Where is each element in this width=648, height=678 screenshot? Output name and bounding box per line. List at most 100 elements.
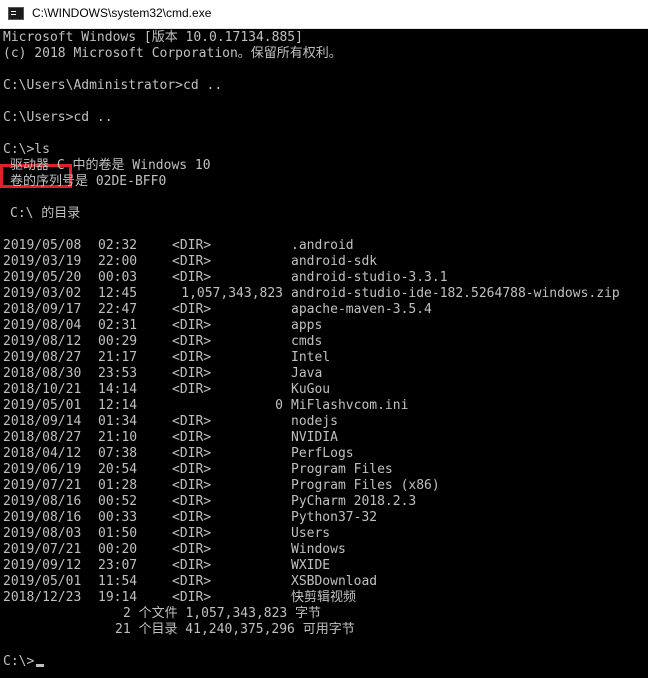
entry-date: 2019/08/04 [3, 318, 82, 333]
entry-name: Python37-32 [291, 510, 378, 525]
entry-type: <DIR> [172, 270, 212, 285]
entry-type: <DIR> [172, 526, 212, 541]
entry-name: nodejs [291, 414, 338, 429]
entry-name: PyCharm 2018.2.3 [291, 494, 417, 509]
entry-name: Windows [291, 542, 346, 557]
version-line: Microsoft Windows [版本 10.0.17134.885] [3, 30, 303, 45]
entry-time: 00:33 [98, 510, 138, 525]
entry-date: 2019/05/08 [3, 238, 82, 253]
entry-date: 2019/03/19 [3, 254, 82, 269]
entry-time: 21:10 [98, 430, 138, 445]
entry-time: 01:34 [98, 414, 138, 429]
entry-time: 23:07 [98, 558, 138, 573]
entry-name: PerfLogs [291, 446, 354, 461]
window-title: C:\WINDOWS\system32\cmd.exe [32, 6, 212, 20]
entry-time: 20:54 [98, 462, 138, 477]
entry-time: 14:14 [98, 382, 138, 397]
entry-time: 01:28 [98, 478, 138, 493]
entry-name: android-sdk [291, 254, 378, 269]
summary-dirs: 21 个目录 41,240,375,296 可用字节 [115, 622, 355, 637]
entry-type: <DIR> [172, 494, 212, 509]
cmd-icon [8, 7, 24, 20]
entry-name: apps [291, 318, 323, 333]
entry-time: 22:47 [98, 302, 138, 317]
entry-type: <DIR> [172, 430, 212, 445]
entry-type: <DIR> [172, 302, 212, 317]
entry-time: 07:38 [98, 446, 138, 461]
entry-date: 2019/06/19 [3, 462, 82, 477]
entry-name: android-studio-3.3.1 [291, 270, 448, 285]
entry-name: android-studio-ide-182.5264788-windows.z… [291, 286, 620, 301]
entry-date: 2019/08/27 [3, 350, 82, 365]
entry-time: 02:32 [98, 238, 138, 253]
summary-files: 2 个文件 1,057,343,823 字节 [123, 606, 322, 621]
entry-date: 2019/07/21 [3, 478, 82, 493]
entry-type: <DIR> [172, 254, 212, 269]
entry-time: 22:00 [98, 254, 138, 269]
entry-date: 2019/09/12 [3, 558, 82, 573]
entry-type: <DIR> [172, 478, 212, 493]
entry-time: 19:14 [98, 590, 138, 605]
entry-type: <DIR> [172, 462, 212, 477]
entry-name: Java [291, 366, 323, 381]
entry-type: <DIR> [172, 334, 212, 349]
entry-name: Intel [291, 350, 331, 365]
entry-time: 00:29 [98, 334, 138, 349]
entry-name: apache-maven-3.5.4 [291, 302, 432, 317]
entry-name: XSBDownload [291, 574, 378, 589]
entry-date: 2019/08/12 [3, 334, 82, 349]
entry-date: 2019/05/01 [3, 398, 82, 413]
entry-date: 2018/08/27 [3, 430, 82, 445]
entry-date: 2018/08/30 [3, 366, 82, 381]
entry-type: <DIR> [172, 414, 212, 429]
entry-time: 12:14 [98, 398, 138, 413]
prompt-line: C:\> [3, 654, 35, 669]
entry-date: 2019/05/20 [3, 270, 82, 285]
entry-time: 02:31 [98, 318, 138, 333]
entry-type: <DIR> [172, 558, 212, 573]
entry-time: 12:45 [98, 286, 138, 301]
entry-date: 2019/08/16 [3, 510, 82, 525]
entry-type: <DIR> [172, 382, 212, 397]
entry-time: 00:20 [98, 542, 138, 557]
entry-name: Program Files [291, 462, 393, 477]
entry-name: NVIDIA [291, 430, 338, 445]
text-cursor [36, 664, 44, 667]
entry-type: <DIR> [172, 542, 212, 557]
entry-type: <DIR> [172, 446, 212, 461]
title-bar[interactable]: C:\WINDOWS\system32\cmd.exe [0, 0, 648, 29]
console-output[interactable]: Microsoft Windows [版本 10.0.17134.885] (c… [0, 28, 648, 678]
entry-date: 2018/09/17 [3, 302, 82, 317]
entry-name: Users [291, 526, 331, 541]
entry-date: 2018/04/12 [3, 446, 82, 461]
entry-time: 01:50 [98, 526, 138, 541]
entry-time: 11:54 [98, 574, 138, 589]
command-line: C:\>ls [3, 142, 50, 157]
entry-date: 2019/03/02 [3, 286, 82, 301]
entry-type: <DIR> [172, 590, 212, 605]
entry-date: 2019/08/03 [3, 526, 82, 541]
entry-name: cmds [291, 334, 323, 349]
entry-date: 2019/05/01 [3, 574, 82, 589]
copyright-line: (c) 2018 Microsoft Corporation。保留所有权利。 [3, 46, 342, 61]
entry-date: 2019/07/21 [3, 542, 82, 557]
entry-type: <DIR> [172, 238, 212, 253]
entry-name: MiFlashvcom.ini [291, 398, 409, 413]
command-line: C:\Users>cd .. [3, 110, 113, 125]
entry-type: <DIR> [172, 350, 212, 365]
entry-type: <DIR> [172, 318, 212, 333]
serial-line: 卷的序列号是 02DE-BFF0 [10, 174, 167, 189]
entry-time: 00:03 [98, 270, 138, 285]
entry-name: Program Files (x86) [291, 478, 440, 493]
entry-date: 2019/08/16 [3, 494, 82, 509]
entry-name: 快剪辑视频 [291, 590, 357, 605]
entry-name: KuGou [291, 382, 331, 397]
command-line: C:\Users\Administrator>cd .. [3, 78, 223, 93]
entry-type: <DIR> [172, 510, 212, 525]
volume-line: 驱动器 C 中的卷是 Windows 10 [10, 158, 211, 173]
entry-date: 2018/10/21 [3, 382, 82, 397]
entry-type: <DIR> [172, 574, 212, 589]
entry-time: 00:52 [98, 494, 138, 509]
entry-time: 23:53 [98, 366, 138, 381]
entry-name: .android [291, 238, 354, 253]
